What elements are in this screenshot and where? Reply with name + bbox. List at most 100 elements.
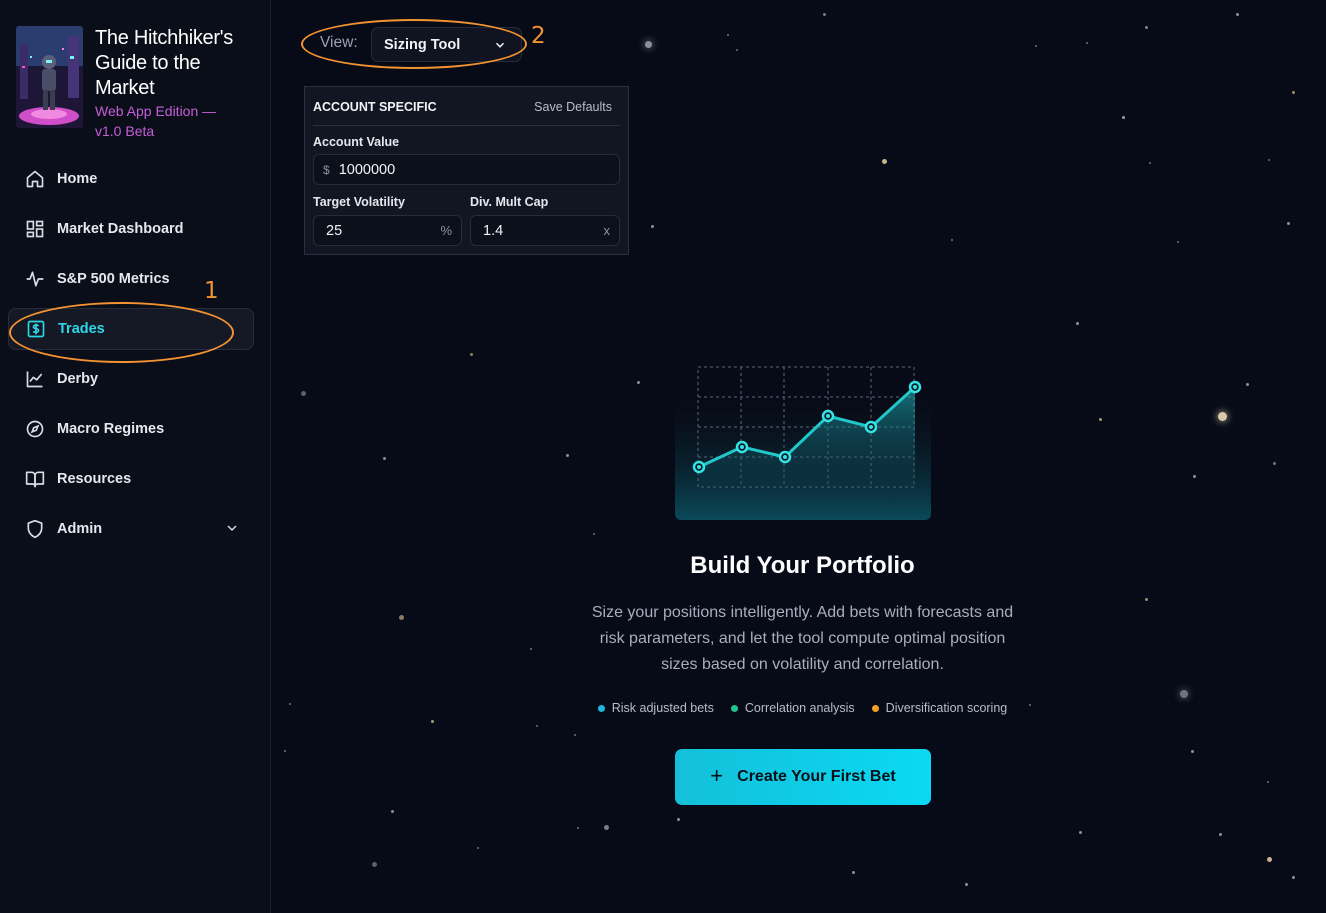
star-decoration: [1235, 12, 1239, 16]
star-decoration: [851, 870, 855, 874]
home-icon: [24, 168, 46, 190]
percent-suffix: %: [440, 223, 452, 238]
star-decoration: [390, 809, 394, 813]
star-decoration: [1144, 597, 1148, 601]
star-decoration: [951, 239, 953, 241]
sidebar-item-label: Resources: [57, 471, 132, 487]
star-decoration: [284, 750, 286, 752]
star-decoration: [382, 456, 386, 460]
star-decoration: [1180, 690, 1188, 698]
sidebar-item-label: Macro Regimes: [57, 421, 165, 437]
star-decoration: [676, 817, 680, 821]
shield-icon: [24, 518, 46, 540]
star-decoration: [603, 824, 609, 830]
account-value-input: 1000000: [338, 161, 396, 178]
sidebar-item-label: Market Dashboard: [57, 221, 184, 237]
feature-label: Risk adjusted bets: [611, 701, 714, 715]
star-decoration: [1098, 417, 1102, 421]
annotation-number-1: 1: [204, 278, 219, 304]
star-decoration: [536, 725, 538, 727]
target-volatility-field[interactable]: 25 %: [313, 215, 462, 246]
book-open-icon: [24, 468, 46, 490]
feature-item: Risk adjusted bets: [597, 701, 714, 715]
brand[interactable]: [16, 26, 83, 128]
cta-label: Create Your First Bet: [737, 768, 896, 785]
portfolio-chart-illustration: [675, 360, 931, 520]
create-first-bet-button[interactable]: + Create Your First Bet: [675, 749, 931, 805]
brand-subtitle: Web App Edition — v1.0 Beta: [95, 103, 217, 139]
account-specific-panel: ACCOUNT SPECIFIC Save Defaults Account V…: [304, 86, 629, 255]
sidebar-item-label: Derby: [57, 371, 99, 387]
star-decoration: [1192, 474, 1196, 478]
compass-icon: [24, 418, 46, 440]
star-decoration: [1266, 856, 1272, 862]
star-decoration: [727, 34, 729, 36]
star-decoration: [1217, 411, 1227, 421]
sidebar-item-home[interactable]: Home: [8, 158, 254, 200]
star-decoration: [1291, 90, 1295, 94]
hero-description: Size your positions intelligently. Add b…: [591, 604, 1014, 673]
div-mult-cap-input: 1.4: [483, 222, 504, 239]
star-decoration: [636, 380, 640, 384]
star-decoration: [1268, 159, 1270, 161]
dollar-prefix: $: [323, 162, 330, 177]
star-decoration: [1190, 749, 1194, 753]
star-decoration: [1177, 241, 1179, 243]
plus-icon: +: [710, 763, 724, 788]
hero-title: Build Your Portfolio: [690, 552, 915, 579]
star-decoration: [1035, 45, 1037, 47]
star-decoration: [650, 224, 654, 228]
sidebar-item-macro-regimes[interactable]: Macro Regimes: [8, 408, 254, 450]
save-defaults-button[interactable]: Save Defaults: [534, 100, 612, 114]
star-decoration: [1286, 221, 1290, 225]
brand-title: The Hitchhiker's Guide to the Market: [95, 27, 233, 99]
star-decoration: [822, 12, 826, 16]
sidebar-item-market-dashboard[interactable]: Market Dashboard: [8, 208, 254, 250]
sidebar-item-derby[interactable]: Derby: [8, 358, 254, 400]
annotation-oval-1: [9, 302, 234, 363]
star-decoration: [1267, 781, 1269, 783]
star-decoration: [1149, 162, 1151, 164]
panel-title: ACCOUNT SPECIFIC: [313, 100, 437, 114]
sidebar-item-label: Admin: [57, 521, 103, 537]
sidebar-item-resources[interactable]: Resources: [8, 458, 254, 500]
chevron-down-icon[interactable]: [224, 520, 240, 540]
target-volatility-input: 25: [326, 222, 343, 239]
target-volatility-label: Target Volatility: [313, 195, 405, 209]
sidebar-item-label: S&P 500 Metrics: [57, 271, 170, 287]
sidebar-item-admin[interactable]: Admin: [8, 508, 254, 550]
star-decoration: [1272, 461, 1276, 465]
annotation-oval-2: [301, 19, 527, 69]
star-decoration: [574, 734, 576, 736]
star-decoration: [881, 158, 887, 164]
feature-item: Correlation analysis: [730, 701, 855, 715]
star-decoration: [430, 719, 434, 723]
star-decoration: [1291, 875, 1295, 879]
star-decoration: [736, 49, 738, 51]
annotation-number-2: 2: [531, 23, 546, 49]
activity-pulse-icon: [24, 268, 46, 290]
feature-list: Risk adjusted bets Correlation analysis …: [560, 701, 1045, 715]
star-decoration: [477, 847, 479, 849]
star-decoration: [1121, 115, 1125, 119]
star-decoration: [398, 614, 404, 620]
star-decoration: [371, 861, 377, 867]
star-decoration: [644, 40, 652, 48]
account-value-field[interactable]: $ 1000000: [313, 154, 620, 185]
star-decoration: [469, 352, 473, 356]
star-decoration: [1086, 42, 1088, 44]
star-decoration: [530, 648, 532, 650]
div-mult-cap-field[interactable]: 1.4 x: [470, 215, 620, 246]
feature-item: Diversification scoring: [871, 701, 1008, 715]
multiplier-suffix: x: [603, 223, 611, 238]
star-decoration: [289, 703, 291, 705]
star-decoration: [565, 453, 569, 457]
star-decoration: [964, 882, 968, 886]
div-mult-cap-label: Div. Mult Cap: [470, 195, 549, 209]
sidebar-item-label: Home: [57, 171, 98, 187]
line-chart-icon: [24, 368, 46, 390]
brand-logo-image: [16, 26, 83, 128]
feature-label: Diversification scoring: [885, 701, 1008, 715]
star-decoration: [1144, 25, 1148, 29]
star-decoration: [1245, 382, 1249, 386]
